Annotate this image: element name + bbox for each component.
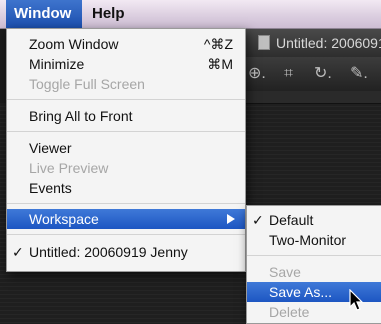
menu-item-label: Workspace: [29, 211, 99, 227]
menu-item-untitled-document[interactable]: ✓ Untitled: 20060919 Jenny: [7, 242, 245, 262]
menu-bar: Window Help: [0, 0, 381, 29]
menu-window[interactable]: Window: [6, 0, 82, 28]
menu-item-viewer[interactable]: Viewer: [7, 138, 245, 158]
background-window-titlebar[interactable]: Untitled: 2006091: [236, 29, 381, 57]
submenu-item-save: Save: [247, 262, 381, 282]
window-menu: Zoom Window ^⌘Z Minimize ⌘M Toggle Full …: [6, 28, 246, 272]
menu-item-label: Bring All to Front: [29, 108, 133, 124]
document-icon: [258, 35, 270, 50]
checkmark-icon: ✓: [252, 212, 264, 228]
menu-separator: [7, 234, 245, 235]
crop-icon[interactable]: ⌗: [284, 57, 293, 91]
menu-item-zoom-window[interactable]: Zoom Window ^⌘Z: [7, 34, 245, 54]
checkmark-icon: ✓: [12, 244, 24, 260]
menu-item-label: Zoom Window: [29, 36, 119, 52]
menu-item-label: Untitled: 20060919 Jenny: [29, 244, 188, 260]
submenu-item-label: Save: [269, 264, 301, 280]
menu-help[interactable]: Help: [84, 0, 133, 28]
menu-item-label: Live Preview: [29, 160, 109, 176]
menu-item-toggle-full-screen: Toggle Full Screen: [7, 74, 245, 94]
menu-item-label: Toggle Full Screen: [29, 76, 145, 92]
submenu-item-default[interactable]: ✓ Default: [247, 210, 381, 230]
submenu-arrow-icon: [227, 214, 235, 224]
submenu-item-label: Two-Monitor: [269, 232, 347, 248]
mouse-pointer-icon: [349, 289, 364, 311]
background-window-title: Untitled: 2006091: [276, 35, 381, 51]
screen: Untitled: 2006091 ⊕. ⌗ ↻. ✎. Window Help…: [0, 0, 381, 324]
submenu-item-label: Delete: [269, 304, 310, 320]
submenu-item-label: Save As...: [269, 284, 333, 300]
menu-separator: [7, 99, 245, 100]
menu-item-shortcut: ^⌘Z: [203, 36, 233, 52]
menu-item-bring-all-to-front[interactable]: Bring All to Front: [7, 106, 245, 126]
menu-item-workspace[interactable]: Workspace: [7, 209, 245, 229]
brush-icon[interactable]: ✎.: [350, 57, 368, 91]
menu-item-label: Events: [29, 180, 72, 196]
menu-separator: [7, 203, 245, 204]
menu-separator: [7, 131, 245, 132]
menu-item-minimize[interactable]: Minimize ⌘M: [7, 54, 245, 74]
submenu-item-label: Default: [269, 212, 314, 228]
rotate-icon[interactable]: ↻.: [314, 57, 332, 91]
submenu-item-two-monitor[interactable]: Two-Monitor: [247, 230, 381, 250]
zoom-icon[interactable]: ⊕.: [248, 57, 266, 91]
menu-item-label: Minimize: [29, 56, 85, 72]
menu-item-live-preview: Live Preview: [7, 158, 245, 178]
menu-separator: [247, 255, 381, 256]
background-toolbar: ⊕. ⌗ ↻. ✎.: [236, 57, 381, 91]
menu-item-events[interactable]: Events: [7, 178, 245, 198]
menu-item-label: Viewer: [29, 140, 72, 156]
menu-item-shortcut: ⌘M: [207, 56, 233, 72]
toolbar-divider: [236, 91, 381, 104]
